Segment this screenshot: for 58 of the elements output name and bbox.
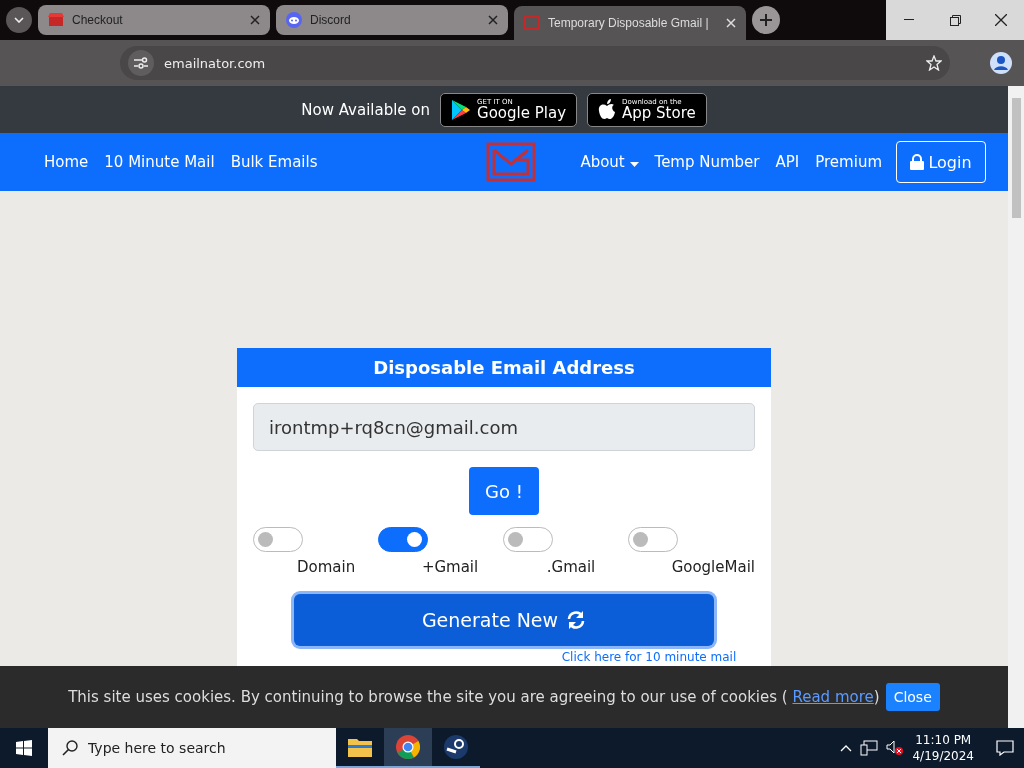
nav-link[interactable]: Bulk Emails [222, 153, 326, 171]
toggle-label: .Gmail [546, 558, 596, 576]
tab-list-button[interactable] [6, 7, 32, 33]
browser-tab[interactable]: Temporary Disposable Gmail | [514, 6, 746, 40]
go-button[interactable]: Go ! [469, 467, 539, 515]
toggle-switch[interactable] [502, 527, 553, 552]
scrollbar[interactable] [1008, 86, 1024, 728]
chevron-down-icon [14, 17, 24, 23]
browser-icon[interactable] [396, 735, 420, 759]
steam-icon[interactable] [444, 735, 468, 759]
card-title: Disposable Email Address [237, 348, 771, 387]
taskbar-search-field[interactable]: Type here to search [48, 728, 336, 768]
apple-icon [598, 98, 616, 121]
plus-icon [760, 14, 772, 26]
email-field[interactable]: irontmp+rq8cn@gmail.com [253, 403, 755, 451]
refresh-icon [566, 610, 587, 630]
ten-minute-mail-link[interactable]: Click here for 10 minute mail [561, 650, 737, 664]
restore-icon [949, 14, 961, 26]
chevron-up-icon[interactable] [840, 744, 853, 752]
banner-text: Now Available on [301, 100, 431, 119]
close-icon [995, 14, 1007, 26]
browser-tab[interactable]: Checkout [38, 5, 270, 35]
nav-link[interactable]: About [572, 153, 647, 171]
nav-link[interactable]: Temp Number [646, 153, 768, 171]
toggle-label: GoogleMail [671, 558, 755, 576]
star-icon[interactable] [926, 55, 942, 71]
nav-link[interactable]: 10 Minute Mail [96, 153, 223, 171]
close-icon[interactable] [250, 15, 260, 25]
browser-tab[interactable]: Discord [276, 5, 508, 35]
toggle-label: +Gmail [421, 558, 479, 576]
login-button[interactable]: Login [896, 141, 986, 183]
clock[interactable]: 11:10 PM 4/19/2024 [912, 732, 974, 764]
cookie-notice: This site uses cookies. By continuing to browse the site you are agreeing to our use of cookies ( Read more) [68, 688, 880, 706]
nav-link[interactable]: Home [36, 153, 97, 171]
lock-icon [910, 154, 925, 170]
nav-link[interactable]: Premium [807, 153, 890, 171]
profile-icon[interactable] [990, 52, 1012, 74]
site-settings-button[interactable] [128, 50, 154, 76]
network-icon[interactable] [860, 740, 879, 756]
windows-icon [16, 740, 32, 756]
play-store-icon [451, 98, 472, 121]
read-more-link[interactable]: Read more [792, 688, 874, 706]
notification-icon[interactable] [996, 740, 1014, 756]
close-button[interactable]: Close [885, 683, 940, 711]
minimize-icon [904, 19, 914, 21]
toggle-switch[interactable] [253, 527, 303, 552]
nav-link[interactable]: API [767, 153, 808, 171]
toggle-switch[interactable] [627, 527, 678, 552]
toggle-label: Domain [297, 558, 356, 576]
storefront-icon [48, 13, 64, 27]
generate-button[interactable]: Generate New [294, 594, 714, 646]
address-bar[interactable]: emailnator.com [120, 46, 950, 80]
close-icon[interactable] [488, 15, 498, 25]
sliders-icon [134, 57, 148, 69]
folder-icon[interactable] [348, 737, 372, 757]
new-tab-button[interactable] [752, 6, 780, 34]
muted-speaker-icon[interactable] [886, 740, 905, 756]
toggle-switch[interactable] [377, 527, 428, 552]
